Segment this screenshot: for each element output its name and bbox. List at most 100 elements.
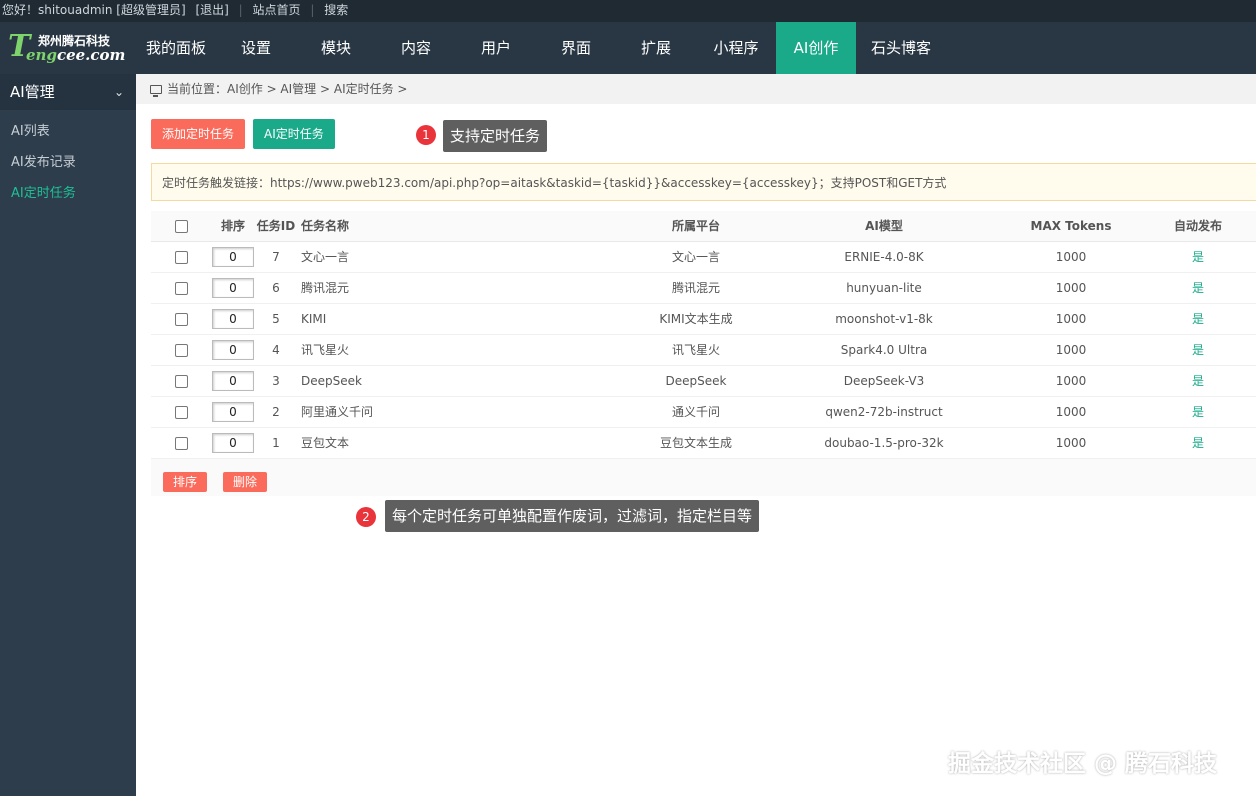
platform-cell: DeepSeek bbox=[631, 365, 761, 397]
table-row: 0 6 腾讯混元 腾讯混元 hunyuan-lite 1000 是 bbox=[151, 272, 1256, 304]
model-cell: ERNIE-4.0-8K bbox=[761, 241, 1007, 273]
order-cell: 0 bbox=[211, 303, 255, 335]
sidebar-item-ai-list[interactable]: AI列表 bbox=[0, 116, 136, 147]
logo[interactable]: T 郑州腾石科技 engcee.com bbox=[0, 22, 136, 74]
order-cell: 0 bbox=[211, 365, 255, 397]
site-home-link[interactable]: 站点首页 bbox=[253, 0, 301, 20]
order-input[interactable]: 0 bbox=[212, 401, 254, 422]
table-row: 0 4 讯飞星火 讯飞星火 Spark4.0 Ultra 1000 是 bbox=[151, 334, 1256, 366]
watermark: 掘金技术社区 @ 腾石科技 bbox=[948, 751, 1218, 777]
sort-button[interactable]: 排序 bbox=[163, 472, 208, 492]
auto-publish-cell[interactable]: 是 bbox=[1135, 241, 1256, 273]
order-input[interactable]: 0 bbox=[212, 277, 254, 298]
order-cell: 0 bbox=[211, 272, 255, 304]
task-name-cell: 豆包文本 bbox=[297, 427, 631, 459]
order-cell: 0 bbox=[211, 427, 255, 459]
row-checkbox[interactable] bbox=[174, 250, 188, 264]
auto-publish-cell[interactable]: 是 bbox=[1135, 365, 1256, 397]
platform-cell: 腾讯混元 bbox=[631, 272, 761, 304]
row-select-cell bbox=[151, 272, 211, 304]
add-scheduled-task-button[interactable]: 添加定时任务 bbox=[151, 119, 246, 149]
table-row: 0 5 KIMI KIMI文本生成 moonshot-v1-8k 1000 是 bbox=[151, 303, 1256, 335]
task-name-cell: 腾讯混元 bbox=[297, 272, 631, 304]
nav-item-extensions[interactable]: 扩展 bbox=[616, 22, 696, 74]
sidebar-section-header[interactable]: AI管理 ⌄ bbox=[0, 74, 136, 110]
ai-scheduled-task-button[interactable]: AI定时任务 bbox=[253, 119, 335, 149]
order-input[interactable]: 0 bbox=[212, 370, 254, 391]
order-input[interactable]: 0 bbox=[212, 432, 254, 453]
row-checkbox[interactable] bbox=[174, 436, 188, 450]
select-all-checkbox[interactable] bbox=[174, 219, 188, 233]
nav-item-users[interactable]: 用户 bbox=[456, 22, 536, 74]
top-nav: 我的面板 设置 模块 内容 用户 界面 扩展 小程序 AI创作 石头博客 bbox=[136, 22, 946, 74]
logout-link[interactable]: [退出] bbox=[195, 0, 228, 20]
row-checkbox[interactable] bbox=[174, 343, 188, 357]
max-tokens-cell: 1000 bbox=[1007, 427, 1135, 459]
column-header-auto-publish[interactable]: 自动发布 bbox=[1135, 211, 1256, 242]
nav-item-settings[interactable]: 设置 bbox=[216, 22, 296, 74]
row-checkbox[interactable] bbox=[174, 405, 188, 419]
task-id-cell: 5 bbox=[255, 303, 297, 335]
row-checkbox[interactable] bbox=[174, 374, 188, 388]
task-id-cell: 6 bbox=[255, 272, 297, 304]
chevron-down-icon: ⌄ bbox=[113, 85, 124, 99]
nav-item-interface[interactable]: 界面 bbox=[536, 22, 616, 74]
model-cell: doubao-1.5-pro-32k bbox=[761, 427, 1007, 459]
row-select-cell bbox=[151, 241, 211, 273]
max-tokens-cell: 1000 bbox=[1007, 272, 1135, 304]
auto-publish-cell[interactable]: 是 bbox=[1135, 396, 1256, 428]
platform-cell: 通义千问 bbox=[631, 396, 761, 428]
column-header-max-tokens[interactable]: MAX Tokens bbox=[1007, 211, 1135, 242]
row-select-cell bbox=[151, 334, 211, 366]
breadcrumb-text: 当前位置：AI创作 > AI管理 > AI定时任务 > bbox=[167, 82, 408, 96]
order-input[interactable]: 0 bbox=[212, 339, 254, 360]
nav-item-blog[interactable]: 石头博客 bbox=[856, 22, 946, 74]
row-select-cell bbox=[151, 303, 211, 335]
task-name-cell: DeepSeek bbox=[297, 365, 631, 397]
task-name-cell: 文心一言 bbox=[297, 241, 631, 273]
nav-item-ai-create[interactable]: AI创作 bbox=[776, 22, 856, 74]
max-tokens-cell: 1000 bbox=[1007, 241, 1135, 273]
task-id-cell: 1 bbox=[255, 427, 297, 459]
auto-publish-cell[interactable]: 是 bbox=[1135, 303, 1256, 335]
order-input[interactable]: 0 bbox=[212, 308, 254, 329]
task-name-cell: 阿里通义千问 bbox=[297, 396, 631, 428]
sidebar-item-ai-scheduled-tasks[interactable]: AI定时任务 bbox=[0, 178, 136, 209]
order-input[interactable]: 0 bbox=[212, 246, 254, 267]
auto-publish-cell[interactable]: 是 bbox=[1135, 334, 1256, 366]
max-tokens-cell: 1000 bbox=[1007, 303, 1135, 335]
logo-domain: engcee.com bbox=[26, 46, 126, 64]
row-select-cell bbox=[151, 365, 211, 397]
model-cell: DeepSeek-V3 bbox=[761, 365, 1007, 397]
column-header-sort[interactable]: 排序 bbox=[211, 211, 255, 242]
column-header-task-name[interactable]: 任务名称 bbox=[297, 211, 631, 242]
max-tokens-cell: 1000 bbox=[1007, 334, 1135, 366]
model-cell: qwen2-72b-instruct bbox=[761, 396, 1007, 428]
row-checkbox[interactable] bbox=[174, 312, 188, 326]
task-id-cell: 3 bbox=[255, 365, 297, 397]
nav-item-miniprogram[interactable]: 小程序 bbox=[696, 22, 776, 74]
column-header-task-id[interactable]: 任务ID bbox=[255, 211, 297, 242]
nav-item-content[interactable]: 内容 bbox=[376, 22, 456, 74]
sidebar-item-ai-publish-log[interactable]: AI发布记录 bbox=[0, 147, 136, 178]
column-header-model[interactable]: AI模型 bbox=[761, 211, 1007, 242]
delete-button[interactable]: 删除 bbox=[223, 472, 268, 492]
divider: | bbox=[238, 3, 243, 17]
task-id-cell: 7 bbox=[255, 241, 297, 273]
auto-publish-cell[interactable]: 是 bbox=[1135, 272, 1256, 304]
column-header-platform[interactable]: 所属平台 bbox=[631, 211, 761, 242]
platform-cell: KIMI文本生成 bbox=[631, 303, 761, 335]
sidebar: AI管理 ⌄ AI列表 AI发布记录 AI定时任务 bbox=[0, 74, 136, 796]
table-row: 0 2 阿里通义千问 通义千问 qwen2-72b-instruct 1000 … bbox=[151, 396, 1256, 428]
order-cell: 0 bbox=[211, 334, 255, 366]
search-link[interactable]: 搜索 bbox=[324, 0, 348, 20]
task-name-cell: KIMI bbox=[297, 303, 631, 335]
row-select-cell bbox=[151, 427, 211, 459]
max-tokens-cell: 1000 bbox=[1007, 365, 1135, 397]
select-all-cell bbox=[151, 211, 211, 242]
row-checkbox[interactable] bbox=[174, 281, 188, 295]
nav-item-modules[interactable]: 模块 bbox=[296, 22, 376, 74]
auto-publish-cell[interactable]: 是 bbox=[1135, 427, 1256, 459]
nav-item-dashboard[interactable]: 我的面板 bbox=[136, 22, 216, 74]
order-cell: 0 bbox=[211, 241, 255, 273]
